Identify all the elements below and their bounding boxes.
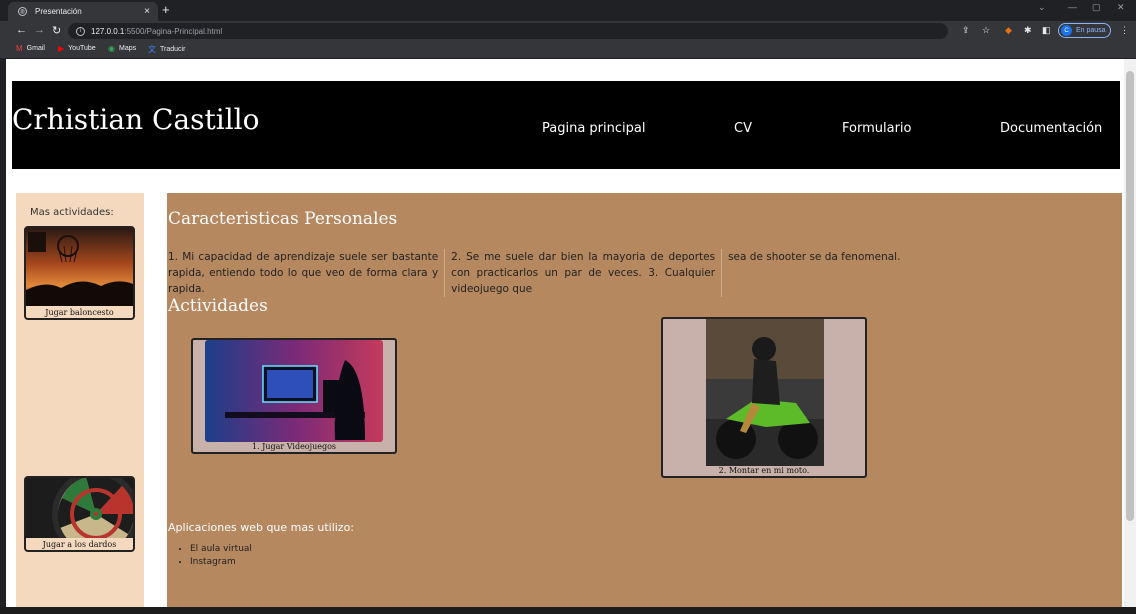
site-header: Crhistian Castillo Pagina principal CV F… <box>12 81 1120 169</box>
url-host: 127.0.0.1 <box>91 26 125 36</box>
bookmark-youtube[interactable]: ▶ YouTube <box>58 44 96 53</box>
restore-icon[interactable]: ▢ <box>1092 2 1101 13</box>
dartboard-image <box>26 478 133 538</box>
url-path: :5500/Pagina-Principal.html <box>124 26 223 36</box>
tab-search-icon[interactable]: ⌄ <box>1038 2 1046 13</box>
globe-icon: ◍ <box>18 7 27 16</box>
translate-icon: 文 <box>148 45 156 54</box>
basketball-sunset-image <box>26 228 133 306</box>
characteristics-columns: 1. Mi capacidad de aprendizaje suele ser… <box>168 249 998 297</box>
site-title: Crhistian Castillo <box>12 103 260 136</box>
card-caption: Jugar baloncesto <box>45 308 114 317</box>
browser-tab[interactable]: ◍ Presentación × <box>8 2 158 21</box>
youtube-icon: ▶ <box>58 44 65 53</box>
os-taskbar <box>0 607 1136 614</box>
tab-strip: ◍ Presentación × + ⌄ — ▢ ✕ <box>0 0 1136 21</box>
nav-formulario[interactable]: Formulario <box>842 121 911 136</box>
gmail-icon: M <box>16 44 23 53</box>
nav-documentacion[interactable]: Documentación <box>1000 121 1102 136</box>
column-text: 2. Se me suele dar bien la mayoria de de… <box>444 249 721 297</box>
nav-cv[interactable]: CV <box>734 121 752 136</box>
photo-caption: 1. Jugar Videojuegos <box>251 442 337 451</box>
share-icon[interactable]: ⇪ <box>962 25 970 36</box>
nav-pagina-principal[interactable]: Pagina principal <box>542 121 645 136</box>
motorbike-image <box>706 319 824 466</box>
bookmark-star-icon[interactable]: ☆ <box>982 25 990 36</box>
info-icon[interactable]: i <box>76 26 85 36</box>
extensions-puzzle-icon[interactable]: ✱ <box>1024 25 1032 36</box>
forward-icon[interactable]: → <box>34 24 45 36</box>
scrollbar-thumb[interactable] <box>1126 71 1134 521</box>
tab-close-icon[interactable]: × <box>144 6 150 17</box>
address-bar[interactable]: i 127.0.0.1:5500/Pagina-Principal.html <box>68 23 948 39</box>
list-item: El aula virtual <box>190 543 252 556</box>
page-scrollbar[interactable] <box>1124 59 1136 607</box>
bookmarks-bar: M Gmail ▶ YouTube ◉ Maps 文 Traducir <box>0 41 1136 59</box>
list-item: Instagram <box>190 556 252 569</box>
apps-list: El aula virtual Instagram <box>168 543 252 569</box>
profile-button[interactable]: C En pausa <box>1058 23 1111 38</box>
characteristics-title: Caracteristicas Personales <box>168 209 398 229</box>
bookmark-maps[interactable]: ◉ Maps <box>108 44 136 53</box>
activity-card-basketball[interactable]: Jugar baloncesto <box>24 226 135 320</box>
bookmark-traducir[interactable]: 文 Traducir <box>148 44 185 55</box>
photo-card-motorbike[interactable]: 2. Montar en mi moto. <box>661 317 867 478</box>
apps-title: Aplicaciones web que mas utilizo: <box>168 521 355 534</box>
bookmark-gmail[interactable]: M Gmail <box>16 44 45 53</box>
card-caption: Jugar a los dardos <box>42 540 117 549</box>
profile-status: En pausa <box>1076 27 1106 34</box>
photo-card-videogames[interactable]: 1. Jugar Videojuegos <box>191 338 397 454</box>
back-icon[interactable]: ← <box>16 24 27 36</box>
tab-title: Presentación <box>35 7 82 16</box>
column-text: 1. Mi capacidad de aprendizaje suele ser… <box>168 251 439 295</box>
extension-fox-icon[interactable]: ◆ <box>1005 25 1012 36</box>
avatar: C <box>1061 25 1072 36</box>
photo-caption: 2. Montar en mi moto. <box>718 466 810 475</box>
page-viewport: Crhistian Castillo Pagina principal CV F… <box>6 59 1124 607</box>
maps-icon: ◉ <box>108 44 115 53</box>
new-tab-button[interactable]: + <box>162 2 170 17</box>
activities-title: Actividades <box>168 296 268 316</box>
gaming-setup-image <box>205 340 383 442</box>
column-text: sea de shooter se da fenomenal. <box>721 249 998 297</box>
browser-toolbar: ← → ↻ i 127.0.0.1:5500/Pagina-Principal.… <box>0 21 1136 41</box>
sidebar: Mas actividades: Jugar baloncesto Jugar … <box>16 193 144 607</box>
side-panel-icon[interactable]: ◧ <box>1042 25 1051 36</box>
reload-icon[interactable]: ↻ <box>52 24 61 37</box>
sidebar-title: Mas actividades: <box>30 207 114 218</box>
minimize-icon[interactable]: — <box>1068 2 1077 12</box>
window-close-icon[interactable]: ✕ <box>1117 2 1125 13</box>
menu-kebab-icon[interactable]: ⋮ <box>1120 25 1129 36</box>
main-content: Caracteristicas Personales 1. Mi capacid… <box>167 193 1122 607</box>
activity-card-darts[interactable]: Jugar a los dardos <box>24 476 135 552</box>
